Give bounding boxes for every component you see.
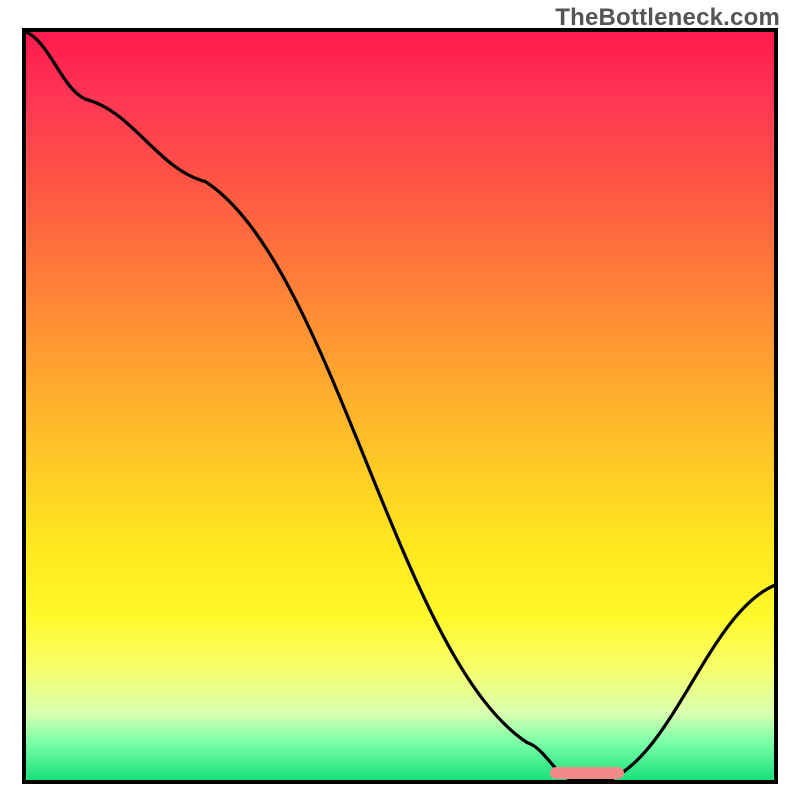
bottleneck-curve bbox=[26, 32, 774, 780]
chart-frame bbox=[22, 28, 778, 784]
optimal-marker bbox=[550, 767, 625, 779]
